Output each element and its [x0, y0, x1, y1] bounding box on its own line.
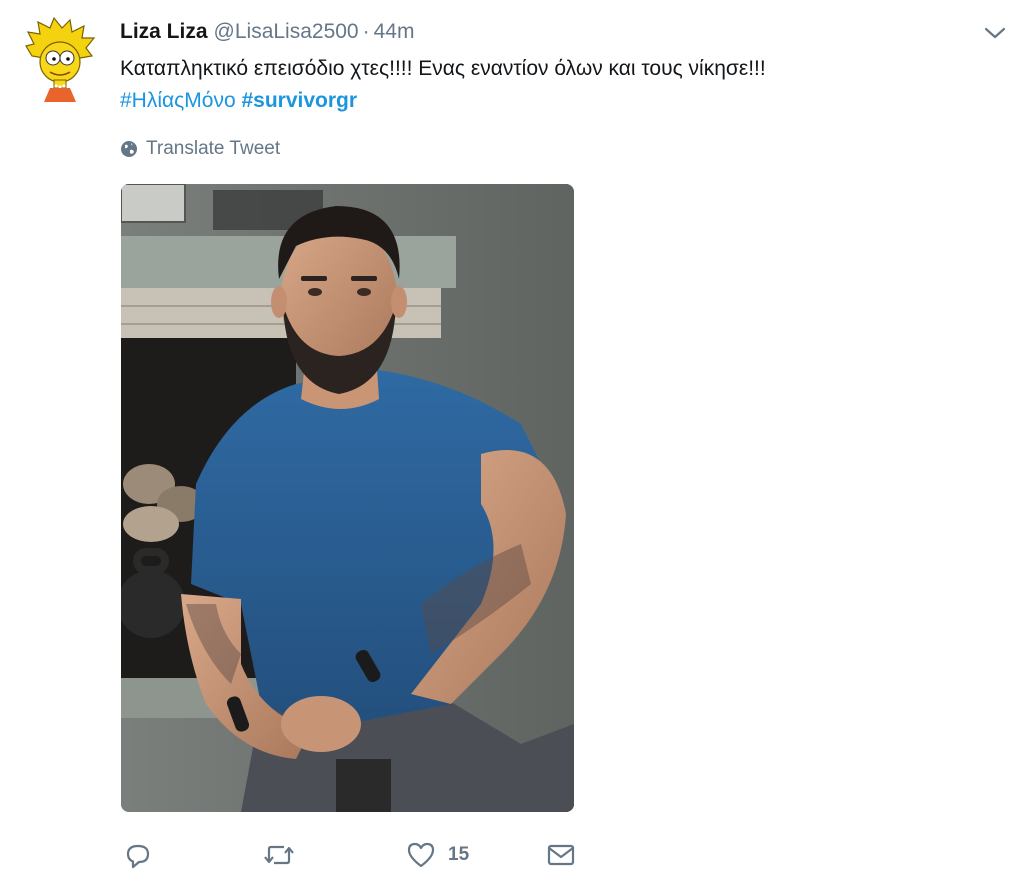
retweet-button[interactable]	[262, 838, 296, 872]
chevron-down-icon	[984, 27, 1006, 39]
avatar[interactable]	[24, 16, 96, 102]
like-count: 15	[448, 844, 470, 865]
cartoon-girl-avatar-icon	[25, 16, 96, 102]
display-name[interactable]: Liza Liza	[120, 20, 208, 43]
direct-message-button[interactable]	[546, 838, 576, 872]
photo-of-man-in-blue-shirt	[121, 184, 574, 812]
reply-icon	[126, 844, 150, 869]
tweet-photo[interactable]	[121, 184, 574, 812]
timestamp[interactable]: 44m	[374, 20, 415, 43]
reply-button[interactable]	[124, 838, 152, 872]
translate-label: Translate Tweet	[146, 138, 281, 159]
like-button[interactable]: 15	[406, 838, 469, 872]
separator-dot: ·	[362, 20, 370, 43]
tweet-header: Liza Liza @LisaLisa2500 · 44m	[120, 18, 414, 46]
username-handle[interactable]: @LisaLisa2500	[214, 20, 359, 43]
globe-icon	[121, 141, 137, 157]
hashtag-line: #ΗλίαςΜόνο #survivorgr	[120, 86, 357, 116]
translate-tweet-link[interactable]: Translate Tweet	[120, 137, 280, 161]
more-options-button[interactable]	[982, 22, 1008, 44]
heart-icon	[407, 842, 435, 868]
tweet-text: Καταπληκτικό επεισόδιο χτες!!!! Ενας ενα…	[120, 57, 766, 80]
envelope-icon	[547, 844, 575, 866]
hashtag-link[interactable]: #survivorgr	[241, 89, 357, 112]
hashtag-link[interactable]: #ΗλίαςΜόνο	[120, 89, 236, 112]
retweet-icon	[264, 845, 294, 865]
